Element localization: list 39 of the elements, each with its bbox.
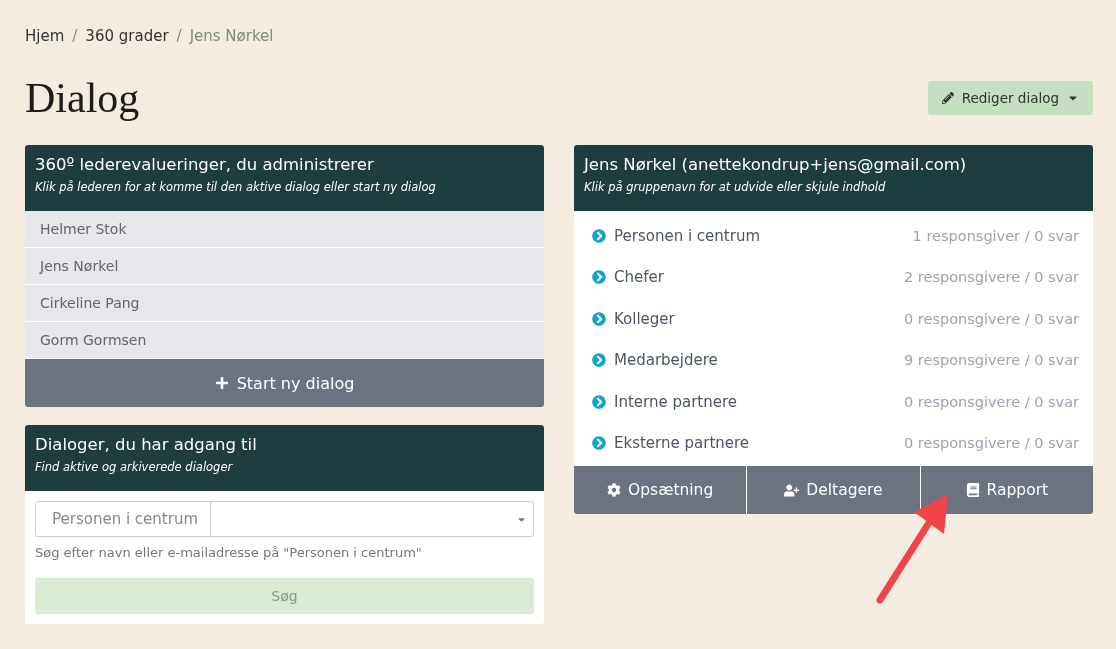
panel-title: 360º lederevalueringer, du administrerer xyxy=(35,155,375,174)
panel-subtitle: Klik på gruppenavn for at udvide eller skjule indhold xyxy=(584,180,887,194)
leader-item[interactable]: Cirkeline Pang xyxy=(25,285,544,322)
panel-subtitle: Klik på lederen for at komme til den aktive dialog eller start ny dialog xyxy=(35,180,437,194)
breadcrumb-separator: / xyxy=(72,27,78,45)
gear-icon xyxy=(607,483,622,497)
book-icon xyxy=(965,483,980,497)
group-count: 0 responsgivere / 0 svar xyxy=(904,393,1079,410)
group-name[interactable]: Personen i centrum xyxy=(592,226,760,245)
group-count: 9 responsgivere / 0 svar xyxy=(904,352,1079,369)
breadcrumb-separator: / xyxy=(176,27,182,45)
edit-dialog-button[interactable]: Rediger dialog xyxy=(927,81,1093,115)
user-plus-icon xyxy=(784,482,800,498)
page-title: Dialog xyxy=(25,74,140,122)
start-dialog-button[interactable]: Start ny dialog xyxy=(25,359,544,407)
group-count: 0 responsgivere / 0 svar xyxy=(904,435,1079,452)
action-button[interactable]: Rapport xyxy=(920,466,1093,514)
leader-item[interactable]: Helmer Stok xyxy=(25,211,544,248)
group-count: 0 responsgivere / 0 svar xyxy=(904,310,1079,327)
group-name[interactable]: Medarbejdere xyxy=(592,351,718,370)
group-name[interactable]: Chefer xyxy=(592,268,664,287)
panel-title: Jens Nørkel (anettekondrup+jens@gmail.com) xyxy=(584,155,968,174)
help-text: Søg efter navn eller e-mailadresse på "Personen i centrum" xyxy=(35,545,423,560)
breadcrumb-link[interactable]: 360 grader xyxy=(85,27,169,45)
group-name[interactable]: Kolleger xyxy=(592,309,675,328)
pencil-icon xyxy=(941,92,954,104)
group-name[interactable]: Interne partnere xyxy=(592,392,737,411)
breadcrumb-link[interactable]: Hjem xyxy=(25,27,65,45)
group-count: 2 responsgivere / 0 svar xyxy=(904,269,1079,286)
action-button[interactable]: Opsætning xyxy=(574,466,747,514)
group-count: 1 responsgiver / 0 svar xyxy=(912,227,1079,244)
panel-subtitle: Find aktive og arkiverede dialoger xyxy=(35,460,234,474)
leader-item[interactable]: Jens Nørkel xyxy=(25,248,544,285)
action-button[interactable]: Deltagere xyxy=(747,466,920,514)
panel-title: Dialoger, du har adgang til xyxy=(35,435,258,454)
breadcrumb-current: Jens Nørkel xyxy=(189,27,274,45)
leader-item[interactable]: Gorm Gormsen xyxy=(25,322,544,359)
plus-icon xyxy=(214,376,229,390)
group-name[interactable]: Eksterne partnere xyxy=(592,434,750,453)
